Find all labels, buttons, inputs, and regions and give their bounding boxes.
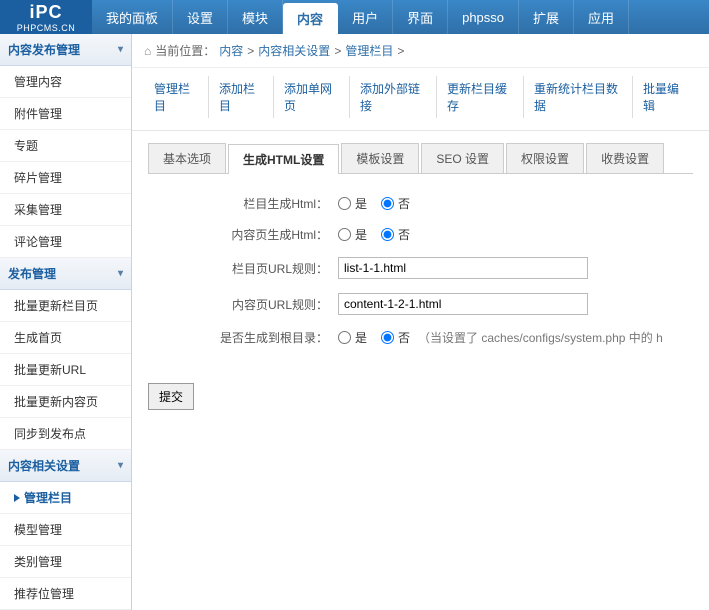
radio-column-html: 是 否 [338,195,410,212]
radio-gen-root: 是 否 [338,329,410,346]
side-item[interactable]: 碎片管理 [0,162,131,194]
side-item[interactable]: 专题 [0,130,131,162]
logo-sub: PHPCMS.CN [17,23,76,33]
row-content-url-rule: 内容页URL规则： [148,286,693,322]
label-content-url-rule: 内容页URL规则： [148,296,338,313]
chevron-down-icon: ▾ [118,44,123,55]
logo: iPC PHPCMS.CN [0,0,92,34]
radio-yes[interactable]: 是 [338,329,367,346]
radio-yes[interactable]: 是 [338,195,367,212]
sub-nav: 管理栏目添加栏目添加单网页添加外部链接更新栏目缓存重新统计栏目数据批量编辑 [132,68,709,131]
breadcrumb: ⌂ 当前位置： 内容 > 内容相关设置 > 管理栏目 > [132,34,709,68]
row-gen-root: 是否生成到根目录： 是 否 （当设置了 caches/configs/syste… [148,322,693,353]
input-column-url-rule[interactable] [338,257,588,279]
form-area: 栏目生成Html： 是 否 内容页生成Html： 是 否 栏目页URL规则： 内… [132,174,709,367]
radio-no[interactable]: 否 [381,329,410,346]
label-column-url-rule: 栏目页URL规则： [148,260,338,277]
radio-no[interactable]: 否 [381,226,410,243]
radio-no[interactable]: 否 [381,195,410,212]
radio-content-html: 是 否 [338,226,410,243]
subnav-item[interactable]: 更新栏目缓存 [437,76,524,118]
tab[interactable]: SEO 设置 [421,143,504,173]
radio-yes[interactable]: 是 [338,226,367,243]
tab[interactable]: 权限设置 [506,143,584,173]
side-group-title[interactable]: 内容相关设置▾ [0,450,131,482]
breadcrumb-sep: > [247,44,254,58]
tab[interactable]: 生成HTML设置 [228,144,339,174]
logo-top: iPC [29,2,62,23]
side-item[interactable]: 类别管理 [0,546,131,578]
input-content-url-rule[interactable] [338,293,588,315]
side-item[interactable]: 模型管理 [0,514,131,546]
chevron-down-icon: ▾ [118,268,123,279]
topnav-item[interactable]: 内容 [283,3,338,34]
subnav-item[interactable]: 批量编辑 [633,76,697,118]
submit-button[interactable]: 提交 [148,383,194,410]
subnav-item[interactable]: 添加单网页 [274,76,350,118]
side-group-title[interactable]: 内容发布管理▾ [0,34,131,66]
topnav-item[interactable]: 界面 [393,0,448,34]
topnav-item[interactable]: 应用 [574,0,629,34]
subnav-item[interactable]: 添加栏目 [209,76,274,118]
tabs: 基本选项生成HTML设置模板设置SEO 设置权限设置收费设置 [148,143,693,174]
row-content-html: 内容页生成Html： 是 否 [148,219,693,250]
side-item[interactable]: 同步到发布点 [0,418,131,450]
side-item[interactable]: 批量更新URL [0,354,131,386]
subnav-item[interactable]: 管理栏目 [144,76,209,118]
breadcrumb-part[interactable]: 内容 [219,42,243,59]
main: ⌂ 当前位置： 内容 > 内容相关设置 > 管理栏目 > 管理栏目添加栏目添加单… [132,34,709,610]
subnav-item[interactable]: 重新统计栏目数据 [524,76,633,118]
breadcrumb-prefix: 当前位置： [155,42,215,59]
row-column-url-rule: 栏目页URL规则： [148,250,693,286]
side-item[interactable]: 采集管理 [0,194,131,226]
breadcrumb-part[interactable]: 内容相关设置 [258,42,330,59]
side-item[interactable]: 批量更新内容页 [0,386,131,418]
topnav-item[interactable]: phpsso [448,0,519,34]
side-group-title[interactable]: 发布管理▾ [0,258,131,290]
header: iPC PHPCMS.CN 我的面板设置模块内容用户界面phpsso扩展应用 [0,0,709,34]
side-item[interactable]: 推荐位管理 [0,578,131,610]
side-item[interactable]: 附件管理 [0,98,131,130]
topnav-item[interactable]: 模块 [228,0,283,34]
side-item[interactable]: 管理栏目 [0,482,131,514]
subnav-item[interactable]: 添加外部链接 [350,76,437,118]
tab[interactable]: 模板设置 [341,143,419,173]
breadcrumb-part[interactable]: 管理栏目 [345,42,393,59]
label-content-html: 内容页生成Html： [148,226,338,243]
topnav-item[interactable]: 用户 [338,0,393,34]
chevron-down-icon: ▾ [118,460,123,471]
breadcrumb-sep: > [334,44,341,58]
home-icon: ⌂ [144,44,151,58]
side-item[interactable]: 评论管理 [0,226,131,258]
topnav-item[interactable]: 设置 [173,0,228,34]
topnav-item[interactable]: 我的面板 [92,0,173,34]
side-item[interactable]: 批量更新栏目页 [0,290,131,322]
label-column-html: 栏目生成Html： [148,195,338,212]
label-gen-root: 是否生成到根目录： [148,329,338,346]
row-column-html: 栏目生成Html： 是 否 [148,188,693,219]
tab[interactable]: 收费设置 [586,143,664,173]
side-item[interactable]: 生成首页 [0,322,131,354]
note-gen-root: （当设置了 caches/configs/system.php 中的 h [418,329,663,346]
side-item[interactable]: 管理内容 [0,66,131,98]
top-nav: 我的面板设置模块内容用户界面phpsso扩展应用 [92,0,709,34]
breadcrumb-sep: > [397,44,404,58]
topnav-item[interactable]: 扩展 [519,0,574,34]
sidebar: 内容发布管理▾管理内容附件管理专题碎片管理采集管理评论管理发布管理▾批量更新栏目… [0,34,132,610]
tab[interactable]: 基本选项 [148,143,226,173]
